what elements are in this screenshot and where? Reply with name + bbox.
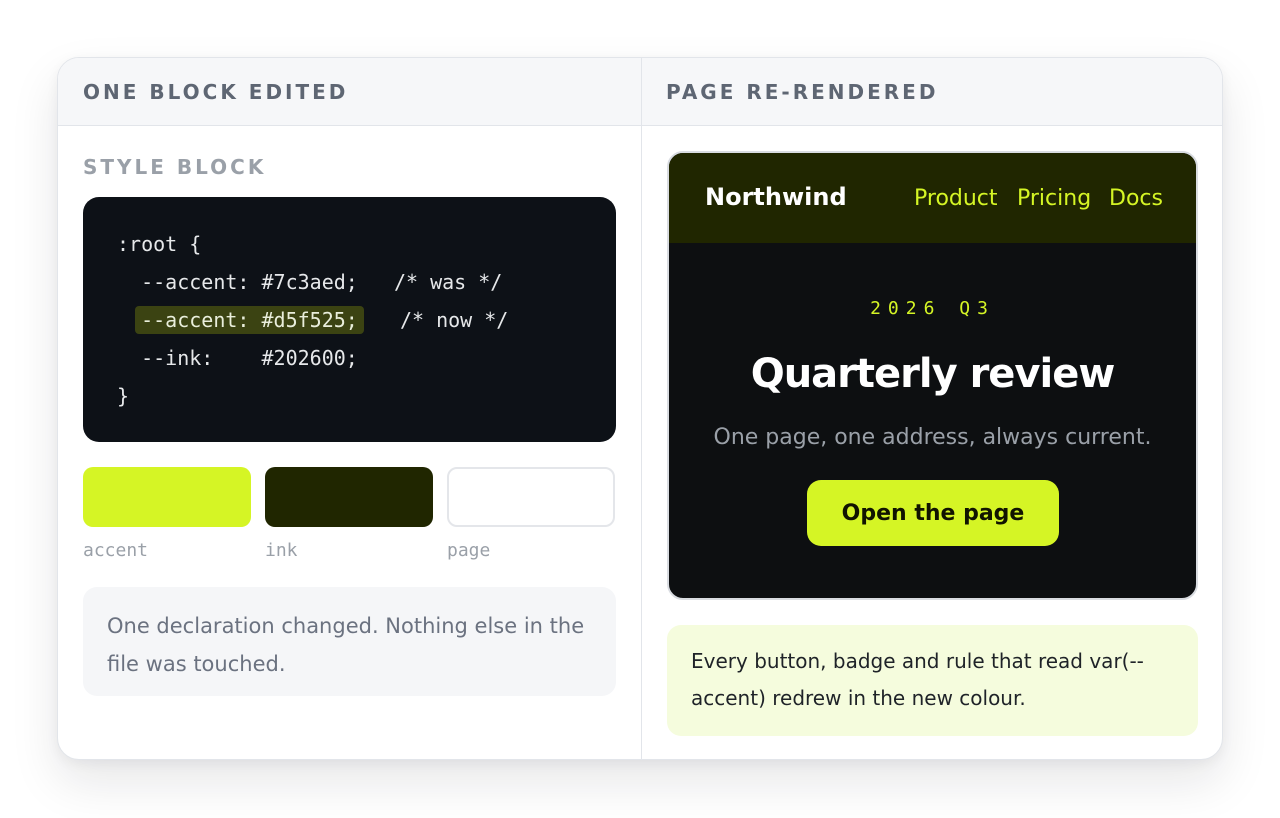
code-line-ink: --ink: #202600; [117,346,358,370]
column-divider [641,58,642,759]
preview-nav-pricing[interactable]: Pricing [1017,186,1091,211]
preview-eyebrow: 2026 Q3 [870,298,995,319]
code-line-close: } [117,384,130,408]
ink-swatch [265,467,433,527]
old-accent-declaration: --accent: #7c3aed; [117,270,358,294]
accent-swatch-label: accent [83,540,149,561]
open-page-button[interactable]: Open the page [807,480,1059,546]
right-note: Every button, badge and rule that read v… [667,625,1198,736]
new-accent-declaration-highlight: --accent: #d5f525; [135,306,364,334]
preview-subtitle: One page, one address, always current. [713,425,1152,450]
code-line-root: :root { [117,232,202,256]
page-swatch [447,467,615,527]
left-panel-header: ONE BLOCK EDITED [58,58,641,126]
now-comment: /* now */ [363,308,509,332]
preview-brand-logo[interactable]: Northwind [705,183,847,211]
accent-swatch [83,467,251,527]
style-block-label: STYLE BLOCK [83,155,267,179]
left-note: One declaration changed. Nothing else in… [83,587,616,696]
right-panel-header: PAGE RE-RENDERED [642,58,1222,126]
was-comment: /* was */ [357,270,503,294]
code-block: :root { --accent: #7c3aed; /* was */ --a… [83,197,616,442]
page-swatch-label: page [447,540,491,561]
preview-nav-docs[interactable]: Docs [1109,186,1163,211]
code-line-old-accent: --accent: #7c3aed; /* was */ [117,267,616,305]
preview-title: Quarterly review [750,351,1116,397]
preview-nav-product[interactable]: Product [914,186,998,211]
preview-navbar: Northwind Product Pricing Docs [669,153,1196,243]
comparison-card: ONE BLOCK EDITED PAGE RE-RENDERED STYLE … [57,57,1223,760]
ink-swatch-label: ink [265,540,298,561]
code-line-new-accent: --accent: #d5f525; /* now */ [117,305,616,343]
page-preview: Northwind Product Pricing Docs 2026 Q3 Q… [667,151,1198,600]
